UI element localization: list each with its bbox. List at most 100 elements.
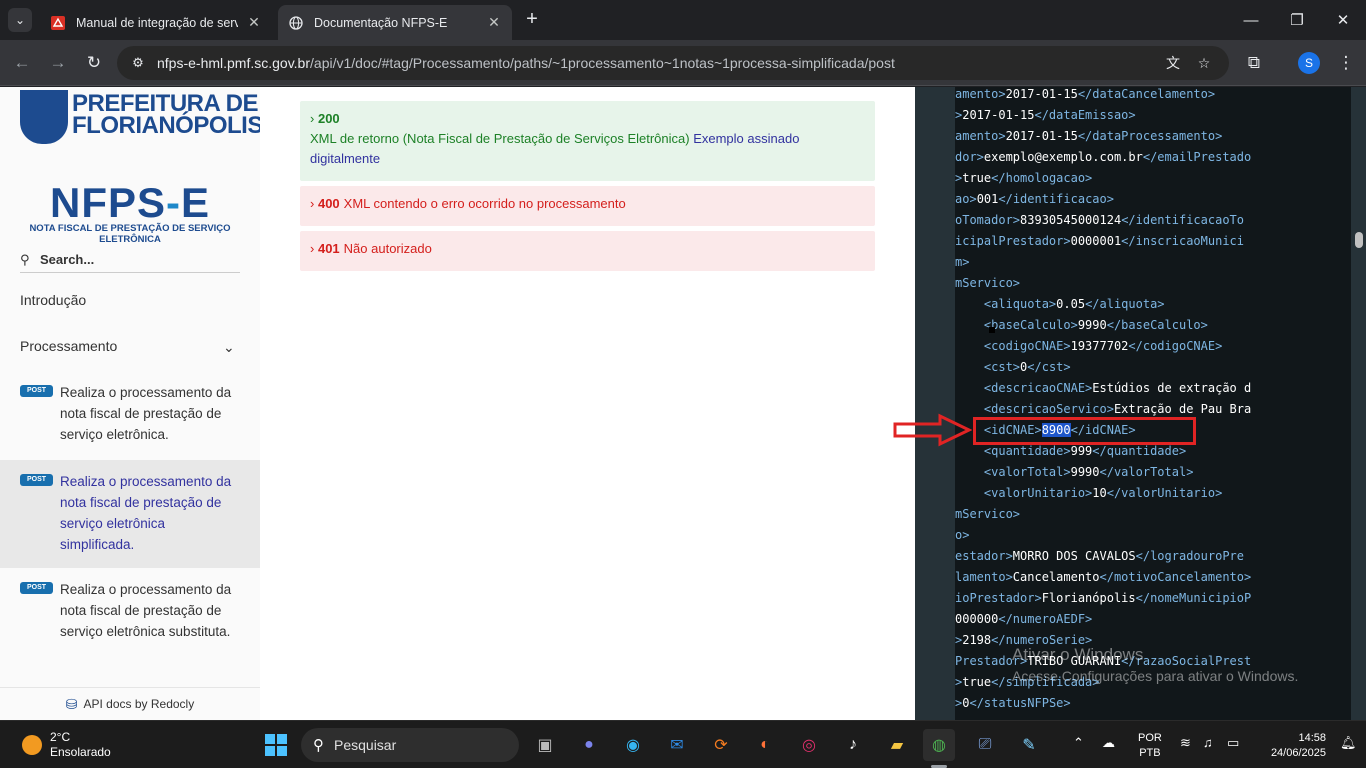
response-400[interactable]: › 400 XML contendo o erro ocorrido no pro… [300,186,875,226]
address-bar[interactable]: ⚙ nfps-e-hml.pmf.sc.gov.br/api/v1/doc/#t… [117,46,1229,80]
code-line: dor>exemplo@exemplo.com.br</emailPrestad… [955,147,1251,167]
forward-icon[interactable]: → [46,51,70,75]
xml-tag: </motivoCancelamento> [1099,570,1252,584]
code-line: oTomador>83930545000124</identificacaoTo [955,210,1244,230]
sidebar-op-label: Realiza o processamento da nota fiscal d… [60,474,232,552]
sidebar-item-processamento[interactable]: Processamento [20,338,117,354]
xml-tag: o> [955,528,970,542]
xml-tag: </nomeMunicipioP [1135,591,1252,605]
tab-search-dropdown-icon[interactable]: ⌄ [8,8,32,32]
paint-icon[interactable]: ✎ [1013,729,1045,761]
xml-value: exemplo@exemplo.com.br [983,150,1143,164]
menu-kebab-icon[interactable]: ⋮ [1334,51,1358,75]
cloud-icon[interactable]: ☁ [1102,735,1115,751]
firefox-icon[interactable]: ◐ [749,729,781,761]
tab-manual-integracao[interactable]: Manual de integração de serviço ✕ [40,5,272,40]
xml-value: 2017-01-15 [1005,129,1078,143]
minimize-icon[interactable]: — [1228,6,1274,34]
weather-widget[interactable]: 2°C Ensolarado [50,730,111,760]
scrollbar-thumb[interactable] [1355,232,1363,248]
chevron-down-icon[interactable]: ⌄ [223,339,235,356]
windows-start-icon[interactable] [260,729,292,761]
search-icon: ⚲ [313,737,324,754]
close-tab-icon[interactable]: ✕ [486,14,502,31]
remote-desktop-icon[interactable]: ⎚ [969,729,1001,761]
back-icon[interactable]: ← [10,51,34,75]
sync-app-icon[interactable]: ⟳ [705,729,737,761]
xml-tag: </identificacao> [998,192,1114,206]
xml-value: 9990 [1077,318,1107,332]
file-explorer-icon[interactable]: ▰ [881,729,913,761]
search-icon: ⚲ [20,251,30,267]
edge-icon[interactable]: ◉ [617,729,649,761]
sidebar-op-processa-simplificada[interactable]: POST Realiza o processamento da nota fis… [0,460,260,568]
tiktok-icon[interactable]: ♪ [837,729,869,761]
task-view-icon[interactable]: ▣ [529,729,561,761]
instagram-icon[interactable]: ◎ [793,729,825,761]
sun-icon[interactable] [22,735,42,755]
extensions-icon[interactable]: ⧉ [1242,51,1266,75]
search-input[interactable]: ⚲ Search... [20,247,240,273]
collapse-marker[interactable] [989,327,995,333]
language-indicator[interactable]: POR PTB [1138,731,1162,761]
xml-value: 2017-01-15 [962,108,1035,122]
profile-avatar[interactable]: S [1298,52,1320,74]
teams-icon[interactable]: ● [573,729,605,761]
chrome-icon[interactable]: ◍ [923,729,955,761]
code-line: <valorTotal>9990</valorTotal> [955,462,1194,482]
sidebar-item-introducao[interactable]: Introdução [20,292,86,308]
system-clock[interactable]: 14:58 24/06/2025 [1260,731,1326,761]
prefeitura-logo-text: PREFEITURA DE FLORIANÓPOLIS [72,90,263,139]
battery-icon[interactable]: ▭ [1227,735,1239,751]
main-content: › 200 XML de retorno (Nota Fiscal de Pre… [260,87,915,720]
sidebar-op-processa-substituta[interactable]: POST Realiza o processamento da nota fis… [0,568,260,668]
reload-icon[interactable]: ↻ [82,51,106,75]
chevron-right-icon: › [310,241,315,256]
volume-icon[interactable]: ♫ [1203,735,1213,750]
translate-icon[interactable]: 文 [1162,52,1184,74]
xml-tag: <descricaoServico> [955,402,1114,416]
xml-tag: icipalPrestador> [955,234,1071,248]
post-badge: POST [20,474,53,486]
red-highlight-box [973,417,1196,445]
response-200[interactable]: › 200 XML de retorno (Nota Fiscal de Pre… [300,101,875,181]
url-text[interactable]: nfps-e-hml.pmf.sc.gov.br/api/v1/doc/#tag… [157,55,895,71]
code-line: <descricaoServico>Extração de Pau Bra [955,399,1251,419]
xml-tag: </emailPrestado [1142,150,1252,164]
chevron-right-icon: › [310,196,315,211]
bookmark-star-icon[interactable]: ☆ [1193,52,1215,74]
tab-title: Manual de integração de serviço [76,15,238,30]
xml-value: Cancelamento [1012,570,1100,584]
mail-icon[interactable]: ✉ [661,729,693,761]
xml-value: 0000001 [1070,234,1122,248]
redocly-footer-link[interactable]: ⛁ API docs by Redocly [0,687,260,720]
xml-value: true [962,171,992,185]
wifi-icon[interactable]: ≋ [1180,735,1191,751]
code-line: <valorUnitario>10</valorUnitario> [955,483,1222,503]
site-info-icon[interactable]: ⚙ [127,52,149,74]
xml-code-block[interactable]: amento>2017-01-15</dataCancelamento> >201… [955,87,1351,720]
sidebar-op-label: Realiza o processamento da nota fiscal d… [60,582,232,639]
taskbar-search-input[interactable]: ⚲ Pesquisar [301,728,519,762]
code-line: 000000</numeroAEDF> [955,609,1092,629]
xml-value: Extração de Pau Bra [1113,402,1252,416]
scrollbar[interactable] [1351,87,1366,720]
tab-documentacao-nfps[interactable]: Documentação NFPS-E ✕ [278,5,512,40]
close-window-icon[interactable]: ✕ [1320,6,1366,34]
xml-tag: </codigoCNAE> [1128,339,1223,353]
notification-bell-icon[interactable]: 🔔︎ [1340,735,1357,751]
tray-chevron-up-icon[interactable]: ⌃ [1073,735,1084,751]
code-line: mServico> [955,504,1020,524]
close-tab-icon[interactable]: ✕ [246,14,262,31]
xml-tag: ioPrestador> [955,591,1042,605]
restore-icon[interactable]: ❐ [1274,6,1320,34]
xml-value: Estúdios de extração d [1092,381,1252,395]
xml-tag: </identificacaoTo [1121,213,1245,227]
new-tab-icon[interactable]: + [520,8,544,32]
pdf-icon [50,15,66,31]
sidebar: PREFEITURA DE FLORIANÓPOLIS NFPS-E NOTA … [0,87,263,720]
response-401[interactable]: › 401 Não autorizado [300,231,875,271]
sidebar-op-processamento[interactable]: POST Realiza o processamento da nota fis… [0,374,260,460]
xml-tag: </aliquota> [1085,297,1165,311]
xml-value: 19377702 [1070,339,1129,353]
